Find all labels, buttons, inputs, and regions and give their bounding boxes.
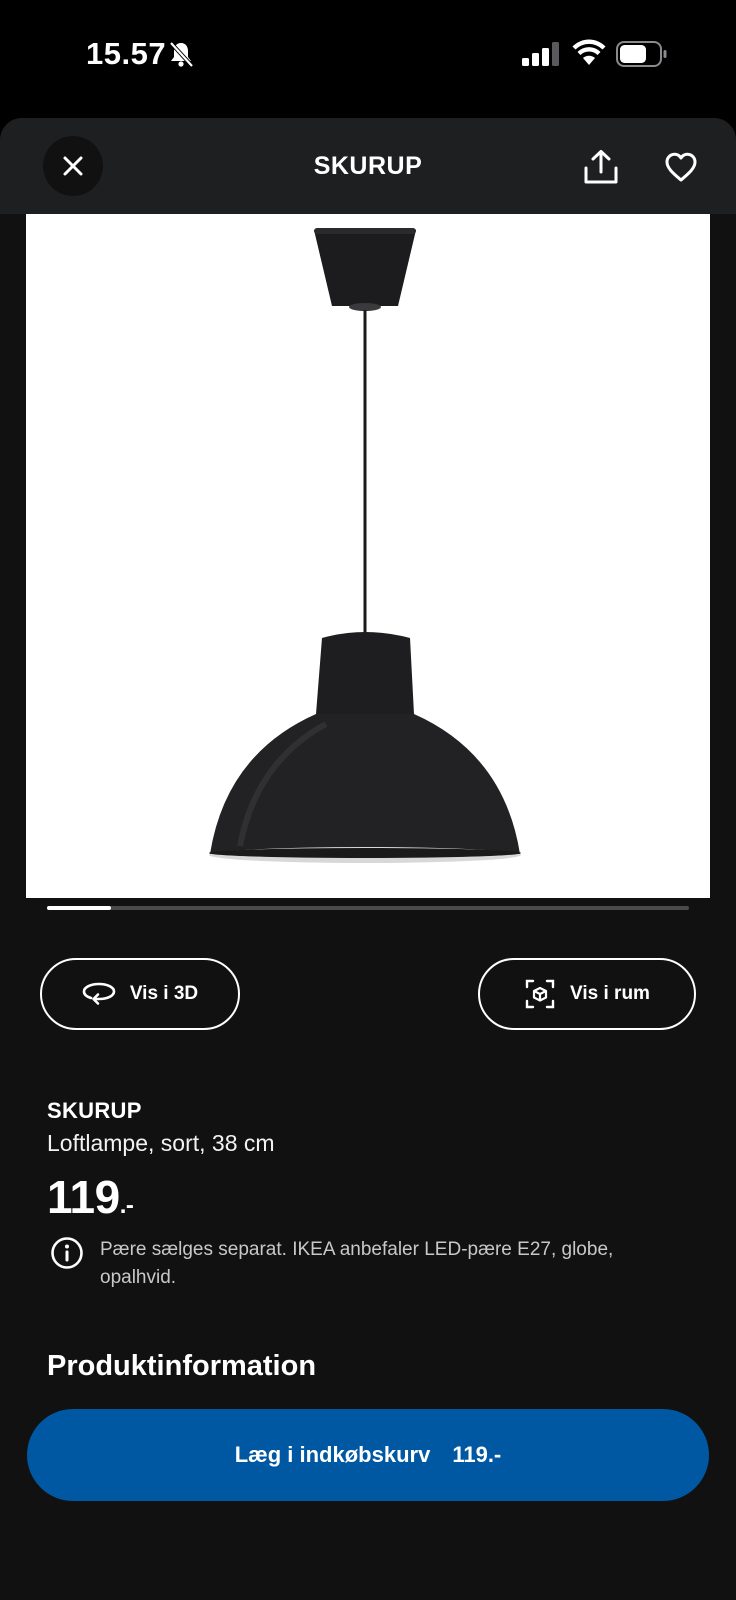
- battery-icon: [616, 41, 667, 67]
- share-button[interactable]: [578, 144, 624, 190]
- status-bar: 15.57: [0, 0, 736, 110]
- info-icon: [51, 1237, 83, 1269]
- carousel-progress: [47, 906, 112, 910]
- heart-icon: [665, 152, 697, 182]
- product-description: Loftlampe, sort, 38 cm: [47, 1130, 275, 1156]
- view-in-room-button[interactable]: Vis i rum: [478, 958, 696, 1030]
- product-image[interactable]: [26, 214, 710, 898]
- header-title: SKURUP: [313, 152, 423, 180]
- image-carousel-indicator: [47, 906, 689, 910]
- status-time: 15.57: [86, 36, 167, 71]
- product-name: SKURUP: [47, 1098, 142, 1123]
- cellular-signal-icon: [522, 42, 559, 66]
- bulb-notice: Pære sælges separat. IKEA anbefaler LED-…: [100, 1239, 614, 1288]
- sheet-header: SKURUP: [0, 118, 736, 214]
- product-sheet: SKURUP Vis i 3D Vis i rum SKURUP Loftlam…: [0, 118, 736, 1600]
- view-in-3d-button[interactable]: Vis i 3D: [40, 958, 240, 1030]
- add-to-cart-price: 119.-: [452, 1442, 502, 1467]
- price-main: 119: [47, 1171, 120, 1223]
- product-info-heading[interactable]: Produktinformation: [47, 1350, 316, 1383]
- add-to-cart-button[interactable]: Læg i indkøbskurv 119.-: [27, 1409, 709, 1501]
- add-to-cart-label: Læg i indkøbskurv: [234, 1442, 431, 1467]
- favourite-button[interactable]: [658, 144, 704, 190]
- close-icon: [63, 156, 83, 176]
- view-in-room-label: Vis i rum: [570, 983, 650, 1004]
- pendant-lamp-illustration: [209, 228, 521, 863]
- share-icon: [584, 150, 618, 184]
- wifi-icon: [572, 39, 606, 65]
- bell-muted-icon: [169, 41, 194, 68]
- product-price: 119.-: [47, 1170, 134, 1224]
- ar-cube-icon: [525, 979, 555, 1009]
- rotate-3d-icon: [82, 982, 116, 1005]
- close-button[interactable]: [43, 136, 103, 196]
- price-suffix: .-: [119, 1192, 134, 1219]
- view-in-3d-label: Vis i 3D: [129, 983, 199, 1004]
